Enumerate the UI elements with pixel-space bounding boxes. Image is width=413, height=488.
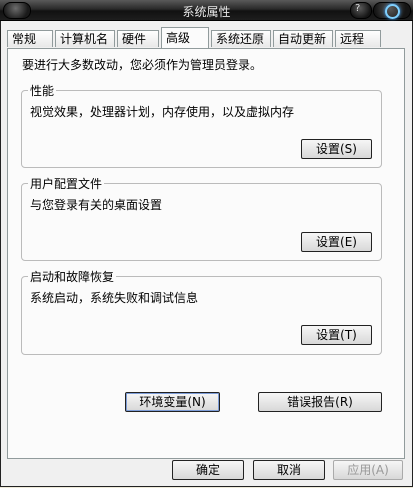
tab-computer-name[interactable]: 计算机名	[55, 30, 115, 47]
tab-system-restore[interactable]: 系统还原	[211, 30, 271, 47]
dialog-body: 常规 计算机名 硬件 高级 系统还原 自动更新 远程 要进行大多数改动，您必须作…	[0, 21, 413, 487]
help-button[interactable]: ?	[350, 2, 372, 19]
tab-automatic-updates[interactable]: 自动更新	[273, 30, 333, 47]
ok-button[interactable]: 确定	[172, 460, 244, 480]
close-icon	[385, 4, 400, 19]
close-button[interactable]	[373, 2, 411, 19]
tab-remote[interactable]: 远程	[335, 30, 381, 47]
apply-button[interactable]: 应用(A)	[333, 460, 403, 480]
tab-advanced[interactable]: 高级	[161, 27, 209, 48]
cancel-button[interactable]: 取消	[253, 460, 325, 480]
tab-hardware[interactable]: 硬件	[117, 30, 159, 47]
admin-notice: 要进行大多数改动，您必须作为管理员登录。	[22, 58, 263, 72]
user-profiles-description: 与您登录有关的桌面设置	[30, 198, 163, 212]
performance-group: 性能 视觉效果，处理器计划，内存使用，以及虚拟内存 设置(S)	[21, 82, 382, 168]
help-icon: ?	[355, 3, 361, 14]
startup-recovery-description: 系统启动，系统失败和调试信息	[30, 291, 199, 305]
advanced-tab-panel: 要进行大多数改动，您必须作为管理员登录。 性能 视觉效果，处理器计划，内存使用，…	[7, 48, 405, 459]
title-bar[interactable]: 系统属性 ?	[0, 0, 413, 21]
performance-group-title: 性能	[28, 82, 57, 99]
startup-recovery-group-title: 启动和故障恢复	[28, 268, 117, 285]
performance-settings-button[interactable]: 设置(S)	[301, 139, 372, 159]
user-profiles-settings-button[interactable]: 设置(E)	[301, 232, 372, 252]
environment-variables-button[interactable]: 环境变量(N)	[125, 392, 220, 412]
startup-recovery-settings-button[interactable]: 设置(T)	[301, 325, 372, 345]
user-profiles-group-title: 用户配置文件	[28, 175, 105, 192]
error-reporting-button[interactable]: 错误报告(R)	[258, 392, 382, 412]
tab-general[interactable]: 常规	[7, 30, 53, 47]
startup-recovery-group: 启动和故障恢复 系统启动，系统失败和调试信息 设置(T)	[21, 268, 382, 355]
system-properties-window: 系统属性 ? 常规 计算机名 硬件 高级 系统还原 自动更新 远程 要进行大多数…	[0, 0, 413, 488]
user-profiles-group: 用户配置文件 与您登录有关的桌面设置 设置(E)	[21, 175, 382, 261]
performance-description: 视觉效果，处理器计划，内存使用，以及虚拟内存	[30, 105, 295, 119]
